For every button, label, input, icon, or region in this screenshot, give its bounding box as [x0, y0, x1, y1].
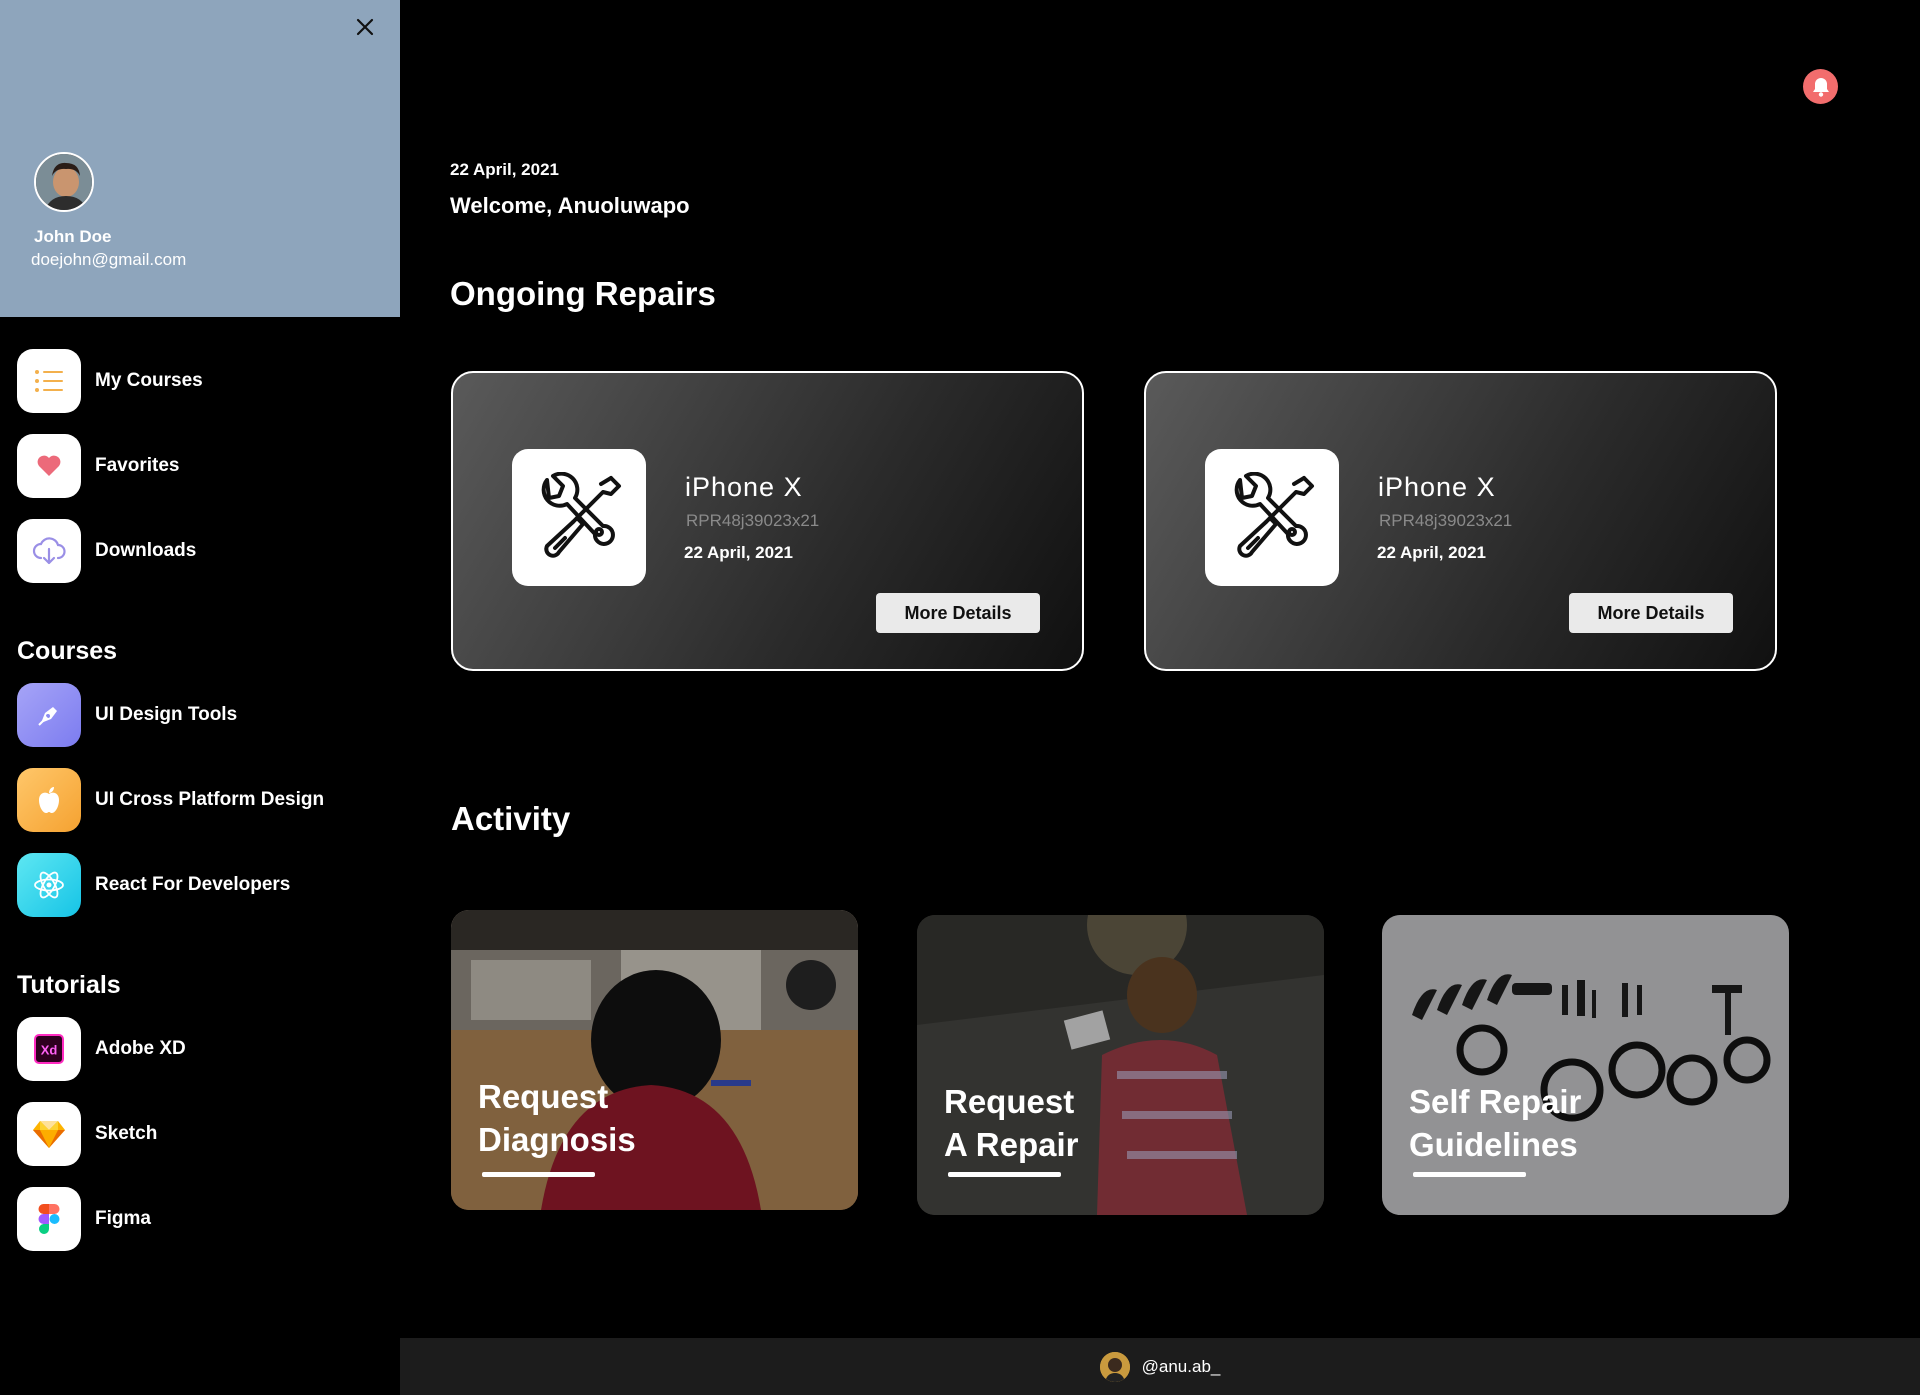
technician-photo: [917, 915, 1324, 1215]
repair-code: RPR48j39023x21: [686, 511, 820, 530]
current-date: 22 April, 2021: [450, 160, 559, 179]
adobe-xd-icon: Xd: [17, 1017, 81, 1081]
nav-downloads[interactable]: Downloads: [17, 519, 196, 583]
nav-label: Favorites: [95, 455, 180, 476]
cloud-download-icon: [17, 519, 81, 583]
list-icon: [17, 349, 81, 413]
heart-icon: [17, 434, 81, 498]
more-details-button[interactable]: More Details: [1569, 593, 1733, 633]
activity-heading: Activity: [451, 800, 571, 837]
nav-ui-cross-platform[interactable]: UI Cross Platform Design: [17, 768, 324, 832]
activity-title-line2: A Repair: [944, 1126, 1079, 1163]
react-icon: [17, 853, 81, 917]
activity-underline: [482, 1172, 595, 1177]
activity-title: Self Repair Guidelines: [1409, 1080, 1709, 1166]
sidebar: John Doe doejohn@gmail.com My Courses Fa…: [0, 0, 400, 1395]
repair-device-name: iPhone X: [1378, 472, 1496, 502]
activity-title-line2: Guidelines: [1409, 1126, 1578, 1163]
activity-title-line1: Self Repair: [1409, 1083, 1582, 1120]
nav-my-courses[interactable]: My Courses: [17, 349, 203, 413]
activity-card-request-diagnosis[interactable]: Request Diagnosis: [451, 910, 858, 1210]
repair-date: 22 April, 2021: [684, 543, 793, 562]
nav-label: My Courses: [95, 370, 203, 391]
ongoing-repairs-heading: Ongoing Repairs: [450, 275, 716, 312]
activity-title-line1: Request: [944, 1083, 1075, 1120]
activity-underline: [1413, 1172, 1526, 1177]
more-details-button[interactable]: More Details: [876, 593, 1040, 633]
apple-icon: [17, 768, 81, 832]
repair-card: iPhone X RPR48j39023x21 22 April, 2021 M…: [451, 371, 1084, 671]
profile-panel: John Doe doejohn@gmail.com: [0, 0, 400, 317]
nav-figma[interactable]: Figma: [17, 1187, 151, 1251]
figma-icon: [17, 1187, 81, 1251]
workbench-photo: [451, 910, 858, 1210]
activity-title-line1: Request: [478, 1078, 609, 1115]
nav-adobe-xd[interactable]: Xd Adobe XD: [17, 1017, 186, 1081]
activity-card-self-repair-guidelines[interactable]: Self Repair Guidelines: [1382, 915, 1789, 1215]
nav-ui-design-tools[interactable]: UI Design Tools: [17, 683, 237, 747]
footer-handle[interactable]: @anu.ab_: [1142, 1357, 1221, 1377]
activity-underline: [948, 1172, 1061, 1177]
welcome-message: Welcome, Anuoluwapo: [450, 193, 690, 218]
nav-sketch[interactable]: Sketch: [17, 1102, 157, 1166]
repair-card: iPhone X RPR48j39023x21 22 April, 2021 M…: [1144, 371, 1777, 671]
nav-react-for-developers[interactable]: React For Developers: [17, 853, 290, 917]
profile-name: John Doe: [34, 227, 112, 246]
nav-label: Downloads: [95, 540, 197, 561]
courses-heading: Courses: [17, 637, 118, 665]
nav-label: Sketch: [95, 1123, 158, 1144]
tools-icon: [512, 449, 646, 586]
activity-title: Request A Repair: [944, 1080, 1244, 1166]
footer-avatar: [1099, 1351, 1130, 1382]
repair-code: RPR48j39023x21: [1379, 511, 1513, 530]
sketch-icon: [17, 1102, 81, 1166]
nav-label: UI Cross Platform Design: [95, 789, 325, 810]
tutorials-heading: Tutorials: [17, 971, 121, 999]
svg-text:Xd: Xd: [41, 1043, 58, 1058]
tools-icon: [1205, 449, 1339, 586]
activity-card-request-a-repair[interactable]: Request A Repair: [917, 915, 1324, 1215]
nav-label: Figma: [95, 1208, 151, 1229]
avatar[interactable]: [34, 152, 94, 212]
nav-label: UI Design Tools: [95, 704, 238, 725]
nav-label: React For Developers: [95, 874, 291, 895]
nav-favorites[interactable]: Favorites: [17, 434, 179, 498]
close-icon[interactable]: [352, 14, 378, 40]
notification-bell-icon[interactable]: [1803, 69, 1838, 104]
profile-email: doejohn@gmail.com: [31, 250, 187, 269]
footer: @anu.ab_: [400, 1338, 1920, 1395]
activity-title-line2: Diagnosis: [478, 1121, 636, 1158]
activity-title: Request Diagnosis: [478, 1075, 778, 1161]
repair-date: 22 April, 2021: [1377, 543, 1486, 562]
repair-device-name: iPhone X: [685, 472, 803, 502]
nav-label: Adobe XD: [95, 1038, 186, 1059]
pen-tool-icon: [17, 683, 81, 747]
parts-flatlay-photo: [1382, 915, 1789, 1215]
